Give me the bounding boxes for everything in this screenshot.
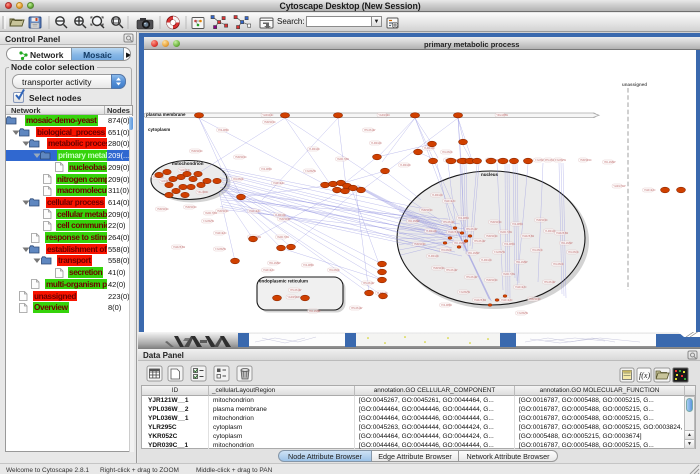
svg-text:YGR192C: YGR192C bbox=[644, 188, 656, 192]
svg-text:nucleus: nucleus bbox=[481, 172, 499, 177]
svg-text:YKL060C: YKL060C bbox=[568, 250, 579, 254]
svg-text:YJL052W: YJL052W bbox=[459, 290, 471, 294]
svg-text:YMR303C: YMR303C bbox=[235, 155, 247, 159]
svg-text:YPL061W: YPL061W bbox=[363, 281, 375, 285]
svg-text:YMR303C: YMR303C bbox=[279, 217, 291, 221]
svg-text:YPL061W: YPL061W bbox=[364, 128, 376, 132]
svg-text:YGR254W: YGR254W bbox=[522, 234, 535, 238]
svg-text:YDL168W: YDL168W bbox=[468, 251, 480, 255]
svg-text:YGR254W: YGR254W bbox=[556, 231, 569, 235]
svg-text:YMR303C: YMR303C bbox=[421, 208, 433, 212]
svg-text:YDL168W: YDL168W bbox=[408, 219, 420, 223]
svg-text:YMR303C: YMR303C bbox=[486, 234, 498, 238]
svg-text:YDL168W: YDL168W bbox=[561, 241, 573, 245]
svg-text:mitochondrion: mitochondrion bbox=[172, 161, 204, 166]
svg-text:YJL052W: YJL052W bbox=[555, 158, 567, 162]
svg-text:YMR303C: YMR303C bbox=[157, 207, 169, 211]
svg-text:YMR303C: YMR303C bbox=[217, 209, 229, 213]
svg-text:YOL086C: YOL086C bbox=[303, 263, 315, 267]
svg-text:YOL086C: YOL086C bbox=[441, 303, 453, 307]
svg-text:YPL061W: YPL061W bbox=[466, 227, 478, 231]
svg-text:YKL060C: YKL060C bbox=[233, 177, 244, 181]
svg-text:YPL061W: YPL061W bbox=[351, 306, 363, 310]
svg-text:YPL061W: YPL061W bbox=[466, 275, 478, 279]
svg-text:YKL060C: YKL060C bbox=[329, 268, 340, 272]
svg-text:unassigned: unassigned bbox=[622, 82, 647, 87]
svg-text:YKL060C: YKL060C bbox=[441, 248, 452, 252]
svg-text:YDL168W: YDL168W bbox=[516, 260, 528, 264]
svg-text:YGR192C: YGR192C bbox=[215, 231, 227, 235]
svg-text:endoplasmic reticulum: endoplasmic reticulum bbox=[259, 279, 308, 284]
svg-text:YLR044C: YLR044C bbox=[275, 213, 286, 217]
svg-text:YJL052W: YJL052W bbox=[215, 247, 227, 251]
svg-text:YLR044C: YLR044C bbox=[428, 254, 439, 258]
svg-text:YGR192C: YGR192C bbox=[501, 298, 513, 302]
svg-text:YLR044C: YLR044C bbox=[481, 258, 492, 262]
svg-text:YMR303C: YMR303C bbox=[486, 278, 498, 282]
svg-text:YGR192C: YGR192C bbox=[273, 181, 285, 185]
svg-text:YDL168W: YDL168W bbox=[269, 261, 281, 265]
svg-text:YGR192C: YGR192C bbox=[249, 209, 261, 213]
svg-text:YMR303C: YMR303C bbox=[580, 158, 592, 162]
svg-text:YPL061W: YPL061W bbox=[474, 239, 486, 243]
svg-text:YLR044C: YLR044C bbox=[400, 163, 411, 167]
svg-text:YLR044C: YLR044C bbox=[371, 141, 382, 145]
svg-text:YMR303C: YMR303C bbox=[529, 297, 541, 301]
svg-text:YDL168W: YDL168W bbox=[604, 160, 616, 164]
svg-text:YKL060C: YKL060C bbox=[442, 150, 453, 154]
svg-text:YHR174W: YHR174W bbox=[500, 230, 513, 234]
svg-text:YKL060C: YKL060C bbox=[197, 190, 208, 194]
svg-text:YMR303C: YMR303C bbox=[433, 266, 445, 270]
svg-text:YKL060C: YKL060C bbox=[532, 248, 543, 252]
svg-text:YMR303C: YMR303C bbox=[490, 220, 502, 224]
svg-text:YMR303C: YMR303C bbox=[536, 218, 548, 222]
svg-text:YHR174W: YHR174W bbox=[613, 184, 626, 188]
svg-text:YPL061W: YPL061W bbox=[443, 220, 455, 224]
svg-text:YLR044C: YLR044C bbox=[262, 113, 273, 117]
svg-text:YJL052W: YJL052W bbox=[494, 250, 506, 254]
svg-text:YOL086C: YOL086C bbox=[458, 216, 470, 220]
svg-text:YHR174W: YHR174W bbox=[503, 272, 516, 276]
svg-text:YGR192C: YGR192C bbox=[515, 285, 527, 289]
svg-text:YMR303C: YMR303C bbox=[185, 205, 197, 209]
svg-text:f(x): f(x) bbox=[639, 371, 650, 380]
svg-text:YHR174W: YHR174W bbox=[277, 235, 290, 239]
svg-text:YDL168W: YDL168W bbox=[496, 113, 508, 117]
svg-text:cytoplasm: cytoplasm bbox=[148, 127, 170, 132]
svg-text:YGR254W: YGR254W bbox=[173, 245, 186, 249]
svg-text:YPL061W: YPL061W bbox=[544, 280, 556, 284]
svg-text:YLR044C: YLR044C bbox=[426, 229, 437, 233]
svg-text:YOL086C: YOL086C bbox=[261, 167, 273, 171]
svg-text:plasma membrane: plasma membrane bbox=[146, 112, 186, 117]
svg-text:YJL052W: YJL052W bbox=[517, 311, 529, 315]
svg-text:YOL086C: YOL086C bbox=[504, 242, 516, 246]
svg-text:YLR044C: YLR044C bbox=[309, 147, 320, 151]
svg-text:YKL060C: YKL060C bbox=[553, 262, 564, 266]
svg-text:YLR044C: YLR044C bbox=[432, 193, 443, 197]
svg-text:YGR192C: YGR192C bbox=[263, 268, 275, 272]
svg-text:YMR303C: YMR303C bbox=[414, 242, 426, 246]
svg-text:YJL052W: YJL052W bbox=[203, 219, 215, 223]
svg-text:YMR303C: YMR303C bbox=[264, 120, 276, 124]
svg-text:YMR303C: YMR303C bbox=[191, 149, 203, 153]
svg-text:YDL168W: YDL168W bbox=[309, 309, 321, 313]
svg-text:YPL061W: YPL061W bbox=[446, 268, 458, 272]
svg-text:YJL052W: YJL052W bbox=[305, 169, 317, 173]
svg-text:YPL061W: YPL061W bbox=[290, 288, 302, 292]
svg-text:YGR254W: YGR254W bbox=[287, 295, 300, 299]
svg-text:YHR174W: YHR174W bbox=[337, 157, 350, 161]
svg-text:YGR192C: YGR192C bbox=[444, 199, 456, 203]
svg-text:YGR254W: YGR254W bbox=[448, 230, 461, 234]
svg-text:YGR254W: YGR254W bbox=[474, 298, 487, 302]
svg-text:YHR174W: YHR174W bbox=[205, 211, 218, 215]
svg-text:YOL086C: YOL086C bbox=[218, 128, 230, 132]
svg-text:YOL086C: YOL086C bbox=[512, 222, 524, 226]
svg-text:YGR192C: YGR192C bbox=[378, 113, 390, 117]
